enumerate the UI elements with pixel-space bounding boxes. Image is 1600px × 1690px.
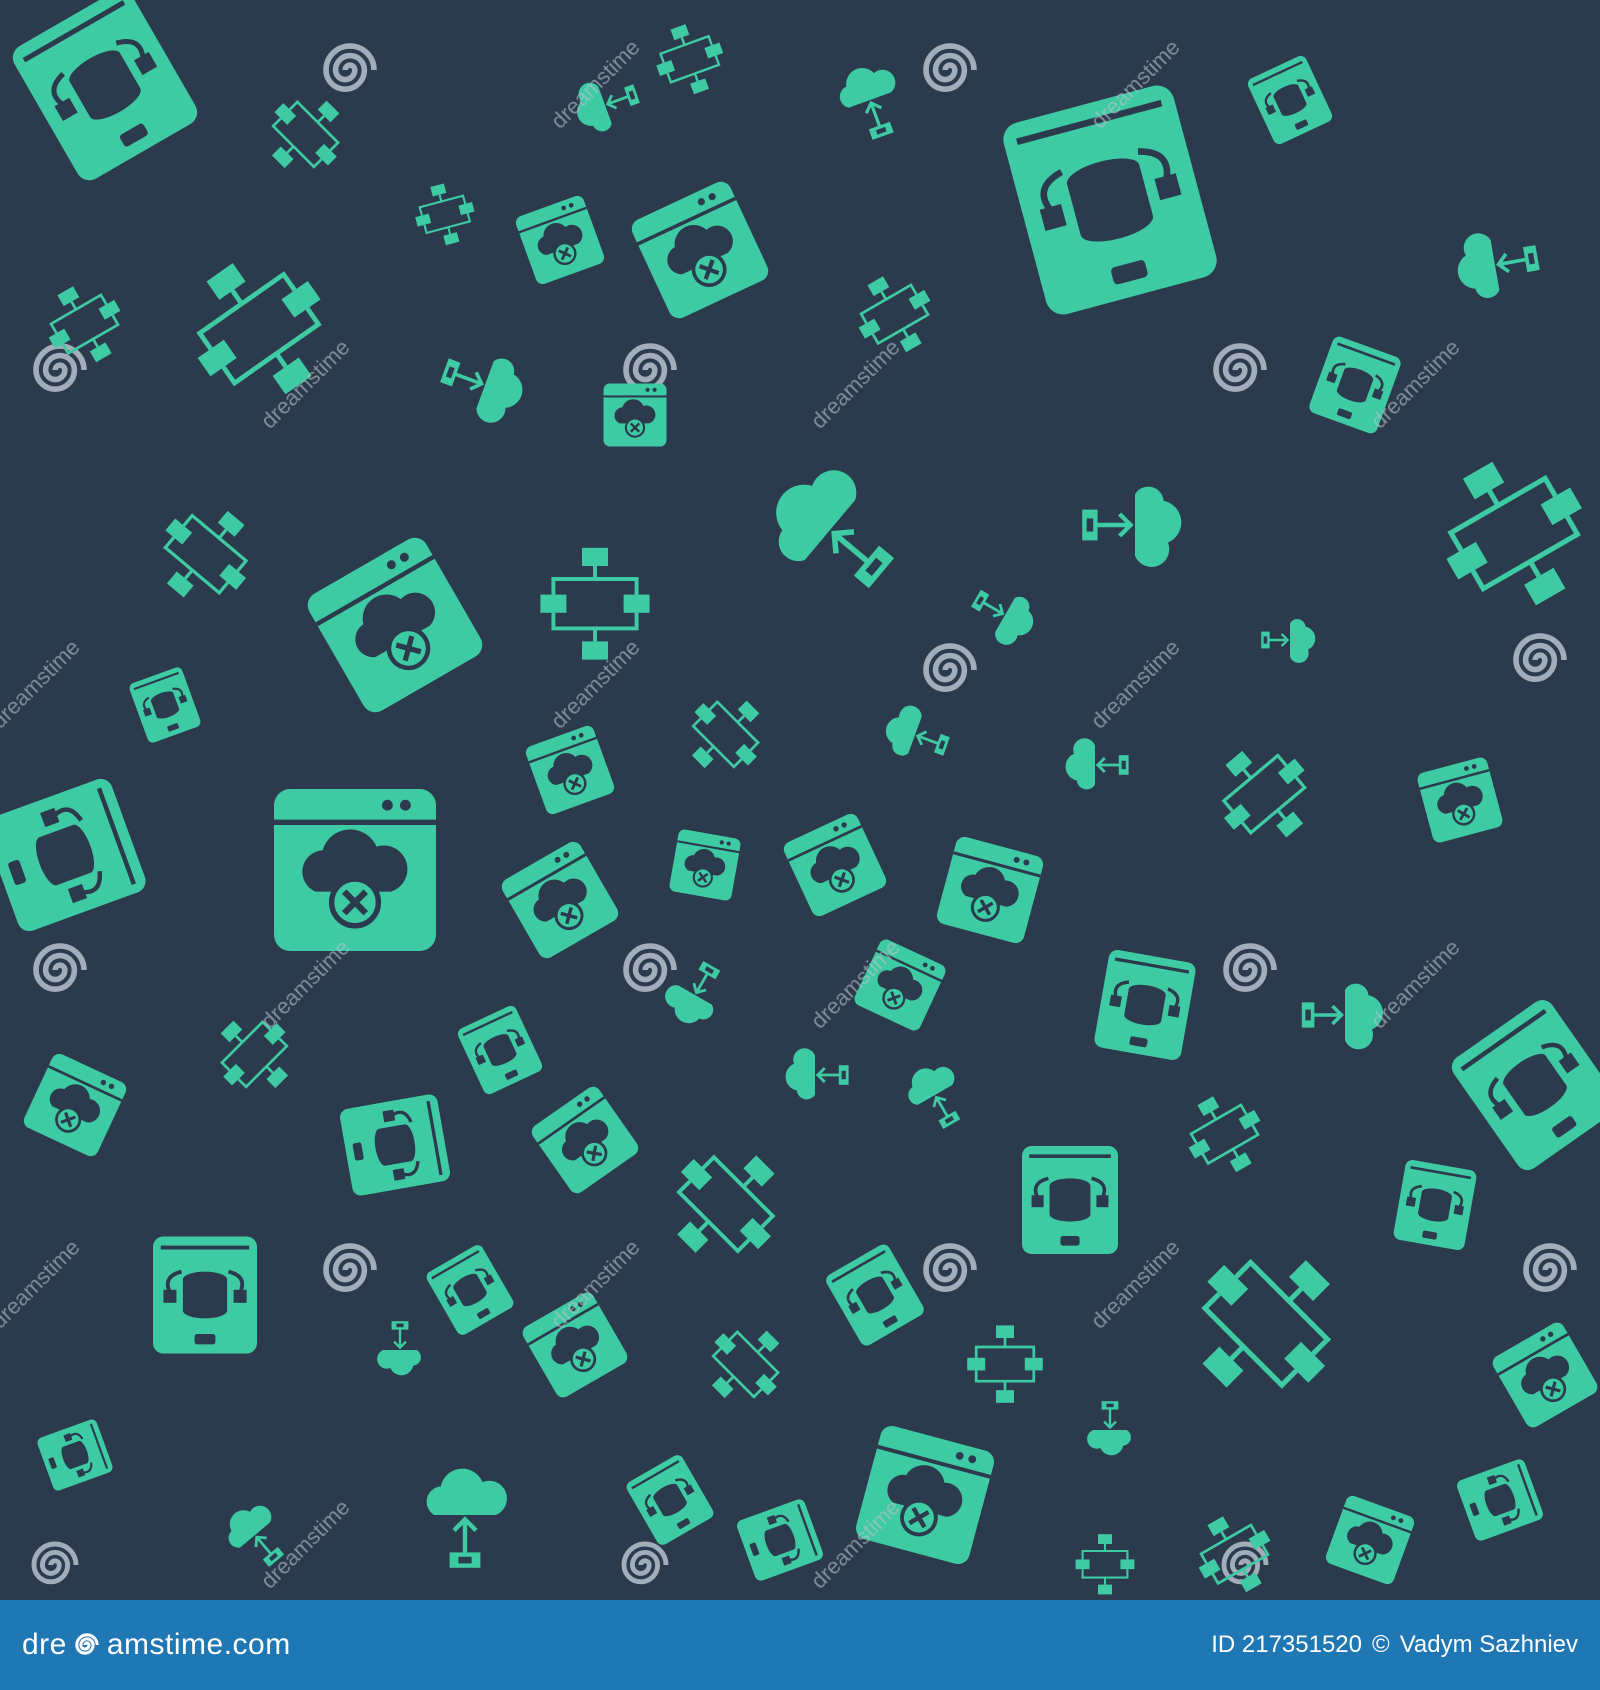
author-name[interactable]: Vadym Sazhniev <box>1400 1631 1578 1659</box>
image-credit: ID 217351520 © Vadym Sazhniev <box>1201 1631 1578 1659</box>
spiral-icon <box>75 1633 99 1655</box>
database-tablet-icons <box>0 0 1600 1584</box>
svg-text:dreamstime: dreamstime <box>256 1495 355 1594</box>
brand-left: dre <box>22 1628 67 1661</box>
seamless-icon-pattern: dreamstime dreamstime dreamstime dreamst… <box>0 0 1600 1600</box>
flowchart-icons <box>31 14 1600 1600</box>
svg-text:dreamstime: dreamstime <box>0 1235 85 1334</box>
svg-text:dreamstime: dreamstime <box>256 335 355 434</box>
svg-text:dreamstime: dreamstime <box>1366 935 1465 1034</box>
copyright-symbol: © <box>1372 1631 1390 1658</box>
svg-text:dreamstime: dreamstime <box>1086 635 1185 734</box>
watermark-spirals <box>34 36 1574 1582</box>
stock-footer-bar: dre amstime.com ID 217351520 © Vadym Saz… <box>0 1600 1600 1690</box>
svg-text:dreamstime: dreamstime <box>0 635 85 734</box>
dreamstime-logo[interactable]: dre amstime.com <box>22 1628 291 1662</box>
image-id: ID 217351520 <box>1211 1631 1362 1658</box>
svg-text:dreamstime: dreamstime <box>806 335 905 434</box>
brand-right: amstime.com <box>106 1628 291 1661</box>
